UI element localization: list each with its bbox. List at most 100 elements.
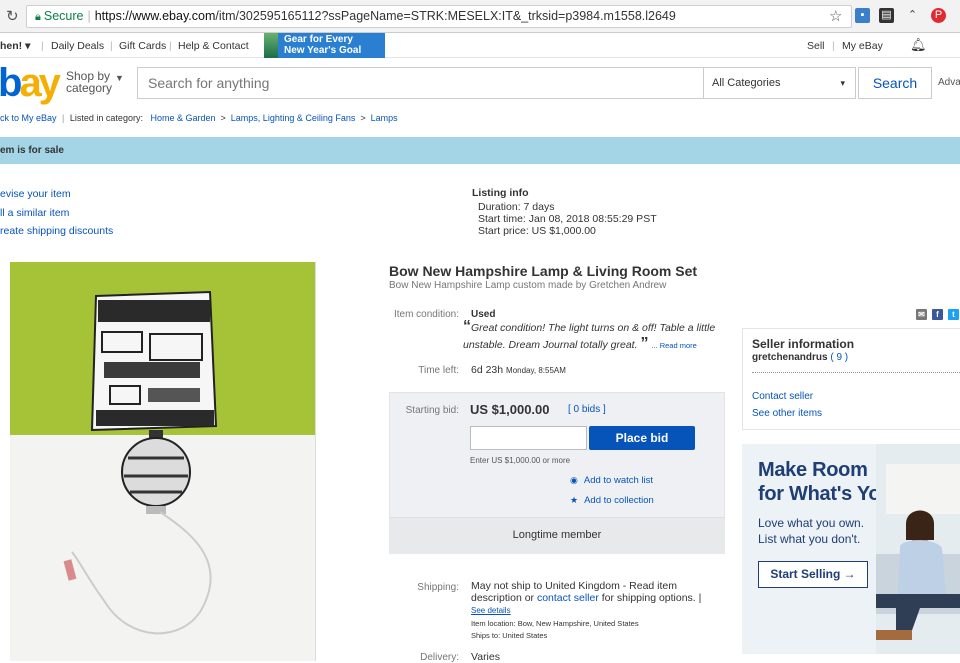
search-input[interactable]: Search for anything: [137, 67, 704, 99]
ad-headline-line-1: Make Room: [758, 459, 868, 481]
shipping-discounts-link[interactable]: reate shipping discounts: [0, 225, 113, 237]
ad-sub-line-2: List what you don't.: [758, 532, 861, 546]
url-path: /itm/302595165112?ssPageName=STRK:MESELX…: [215, 9, 676, 23]
read-more-label: Read more: [659, 341, 697, 350]
breadcrumb-lamps[interactable]: Lamps: [371, 113, 398, 123]
see-other-items-link[interactable]: See other items: [752, 408, 822, 419]
seller-feedback[interactable]: ( 9 ): [830, 352, 848, 363]
revise-item-link[interactable]: evise your item: [0, 188, 71, 200]
shipping-text-2: for shipping options. |: [601, 592, 702, 604]
bell-icon[interactable]: 🔔︎: [910, 37, 927, 53]
chevron-down-icon: ▼: [115, 73, 124, 83]
time-left-label: Time left:: [418, 365, 459, 376]
divider: |: [41, 40, 44, 52]
email-share-icon[interactable]: ✉: [916, 309, 927, 320]
divider: |: [62, 113, 65, 123]
url-separator: |: [87, 9, 91, 23]
item-image[interactable]: [10, 262, 315, 661]
breadcrumb-separator: >: [218, 113, 229, 123]
browser-toolbar: ↻ 🔒︎ Secure | https://www.ebay.com/itm/3025…: [0, 0, 960, 33]
shipping-label: Shipping:: [417, 582, 459, 593]
breadcrumb: ck to My eBay | Listed in category: Home…: [0, 113, 398, 123]
facebook-icon[interactable]: f: [932, 309, 943, 320]
sell-link[interactable]: Sell: [807, 40, 825, 52]
contact-seller-inline-link[interactable]: contact seller: [537, 592, 599, 604]
address-bar[interactable]: 🔒︎ Secure | https://www.ebay.com/itm/302595…: [26, 5, 852, 28]
category-select[interactable]: All Categories ▾: [704, 67, 856, 99]
advanced-search-link[interactable]: Adva: [938, 77, 960, 88]
search-button[interactable]: Search: [858, 67, 932, 99]
bid-count-link[interactable]: [ 0 bids ]: [568, 404, 606, 415]
extension-icon[interactable]: ▪: [855, 8, 870, 23]
image-gallery-panel: [315, 262, 367, 661]
item-for-sale-banner: em is for sale: [0, 137, 960, 164]
gift-cards-link[interactable]: Gift Cards: [119, 40, 166, 52]
ships-to: Ships to: United States: [471, 631, 548, 640]
back-to-my-ebay-link[interactable]: ck to My eBay: [0, 113, 57, 123]
bid-amount-input[interactable]: [470, 426, 587, 450]
logo-ay: ay: [19, 61, 60, 105]
shop-by-category[interactable]: Shop by category ▼: [66, 70, 124, 95]
promo-line-1: Gear for Every: [284, 34, 353, 45]
see-details-link[interactable]: See details: [471, 606, 511, 615]
listing-info-heading: Listing info: [472, 187, 529, 199]
delivery-label: Delivery:: [420, 652, 459, 663]
ebay-top-nav: hen! ▾ | Daily Deals | Gift Cards | Help…: [0, 33, 960, 58]
delivery-value: Varies: [471, 651, 500, 663]
divider: |: [169, 40, 172, 52]
extension-icon[interactable]: ▤: [879, 8, 894, 23]
listing-start-time: Start time: Jan 08, 2018 08:55:29 PST: [478, 213, 657, 225]
place-bid-button[interactable]: Place bid: [589, 426, 695, 450]
divider: |: [832, 40, 835, 52]
ad-subtext: Love what you own. List what you don't.: [758, 515, 864, 547]
divider: |: [110, 40, 113, 52]
logo-b: b: [0, 61, 23, 105]
ebay-header: ebay Shop by category ▼ Search for anyth…: [0, 58, 960, 105]
my-ebay-link[interactable]: My eBay: [842, 40, 883, 52]
greeting-menu[interactable]: hen! ▾: [0, 40, 30, 52]
time-left-detail: Monday, 8:55AM: [506, 366, 566, 375]
collection-label: Add to collection: [584, 495, 654, 506]
pinterest-icon[interactable]: P: [931, 8, 946, 23]
shop-by-line-2: category: [66, 81, 113, 95]
ebay-logo[interactable]: ebay: [0, 61, 61, 106]
seller-name[interactable]: gretchenandrus ( 9 ): [752, 352, 848, 363]
breadcrumb-lamps-lighting[interactable]: Lamps, Lighting & Ceiling Fans: [231, 113, 356, 123]
add-to-watch-list-link[interactable]: ◉ Add to watch list: [570, 475, 653, 486]
url-host: https://www.ebay.com: [94, 9, 216, 23]
starting-bid-label: Starting bid:: [405, 405, 459, 416]
daily-deals-link[interactable]: Daily Deals: [51, 40, 104, 52]
sell-similar-link[interactable]: ll a similar item: [0, 207, 69, 219]
starting-bid-price: US $1,000.00: [470, 402, 550, 417]
open-quote: “: [463, 318, 471, 335]
breadcrumb-home-garden[interactable]: Home & Garden: [150, 113, 215, 123]
twitter-icon[interactable]: t: [948, 309, 959, 320]
watch-list-label: Add to watch list: [583, 475, 654, 486]
item-title: Bow New Hampshire Lamp & Living Room Set: [389, 263, 698, 279]
listing-start-price: Start price: US $1,000.00: [478, 225, 596, 237]
condition-description: “Great condition! The light turns on & o…: [463, 319, 723, 353]
contact-seller-link[interactable]: Contact seller: [752, 391, 813, 402]
promo-banner[interactable]: Gear for Every New Year's Goal: [264, 33, 385, 58]
ad-woman-illustration: [876, 444, 960, 654]
listing-info: Listing info Duration: 7 days Start time…: [472, 187, 657, 237]
ad-headline: Make Room for What's You: [758, 458, 893, 506]
url-text: https://www.ebay.com/itm/302595165112?ss…: [95, 9, 676, 23]
seller-username[interactable]: gretchenandrus: [752, 352, 828, 363]
listing-duration: Duration: 7 days: [478, 201, 555, 213]
ad-sub-line-1: Love what you own.: [758, 516, 865, 530]
item-subtitle: Bow New Hampshire Lamp custom made by Gr…: [389, 280, 667, 291]
extension-icon[interactable]: ⌃: [905, 8, 920, 23]
help-contact-link[interactable]: Help & Contact: [178, 40, 249, 52]
reload-icon[interactable]: ↻: [6, 7, 19, 25]
ad-headline-line-2: for What's You: [758, 483, 893, 505]
condition-label: Item condition:: [393, 309, 459, 320]
start-selling-button[interactable]: Start Selling →: [758, 561, 868, 588]
star-icon[interactable]: ☆: [829, 7, 842, 25]
start-selling-ad[interactable]: Make Room for What's You Love what you o…: [742, 444, 960, 654]
add-to-collection-link[interactable]: ★ Add to collection: [570, 495, 654, 506]
breadcrumb-separator: >: [357, 113, 369, 123]
read-more-link[interactable]: ... Read more: [651, 341, 696, 350]
secure-label: Secure: [43, 9, 84, 23]
shipping-info: May not ship to United Kingdom - Read it…: [471, 580, 721, 604]
